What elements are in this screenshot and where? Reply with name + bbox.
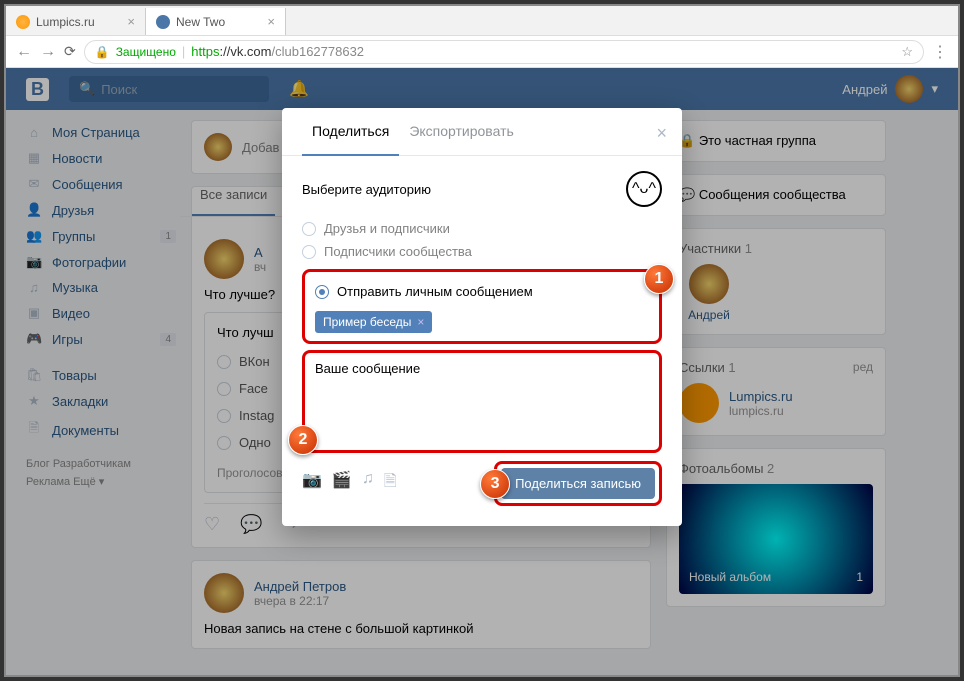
message-label: Ваше сообщение <box>315 361 649 376</box>
url-scheme: https <box>191 44 219 59</box>
radio-icon <box>302 222 316 236</box>
url-input[interactable]: 🔒 Защищено | https://vk.com/club16277863… <box>84 40 924 64</box>
forward-icon[interactable]: → <box>40 43 56 61</box>
tab-title: Lumpics.ru <box>36 15 95 29</box>
star-icon[interactable]: ☆ <box>901 44 913 60</box>
lock-icon: 🔒 <box>95 45 110 59</box>
highlight-1: 1 Отправить личным сообщением Пример бес… <box>302 269 662 344</box>
radio-label: Подписчики сообщества <box>324 244 472 259</box>
highlight-3: 3 Поделиться записью <box>494 461 662 506</box>
recipient-chip[interactable]: Пример беседы × <box>315 311 432 333</box>
video-icon[interactable]: 🎬 <box>332 470 352 497</box>
menu-icon[interactable]: ⋮ <box>932 42 948 62</box>
tab-export[interactable]: Экспортировать <box>399 108 523 155</box>
message-input[interactable] <box>315 382 649 437</box>
close-icon[interactable]: × <box>656 123 667 144</box>
chip-remove-icon[interactable]: × <box>417 315 424 329</box>
close-icon[interactable]: × <box>267 14 275 29</box>
tab-title: New Two <box>176 15 225 29</box>
address-bar: ← → ⟳ 🔒 Защищено | https://vk.com/club16… <box>6 36 958 68</box>
photo-icon[interactable]: 📷 <box>302 470 322 497</box>
callout-2: 2 <box>288 425 318 455</box>
browser-tabs: Lumpics.ru × New Two × <box>6 6 958 36</box>
radio-icon <box>302 245 316 259</box>
secure-label: Защищено <box>116 45 176 59</box>
highlight-2: 2 Ваше сообщение <box>302 350 662 453</box>
url-host: ://vk.com <box>219 44 271 59</box>
chip-label: Пример беседы <box>323 315 411 329</box>
tab-share[interactable]: Поделиться <box>302 108 399 156</box>
tab-lumpics[interactable]: Lumpics.ru × <box>6 8 146 35</box>
radio-icon <box>315 285 329 299</box>
recipient-input[interactable]: Пример беседы × <box>315 311 649 333</box>
radio-community[interactable]: Подписчики сообщества <box>302 240 662 263</box>
callout-3: 3 <box>480 469 510 499</box>
doc-icon[interactable]: 🗎 <box>384 470 397 497</box>
share-modal: Поделиться Экспортировать × Выберите ауд… <box>282 108 682 526</box>
reload-icon[interactable]: ⟳ <box>64 43 76 60</box>
radio-friends[interactable]: Друзья и подписчики <box>302 217 662 240</box>
audience-label: Выберите аудиторию <box>302 182 431 197</box>
smiley-icon: ^ᴗ^ <box>626 171 662 207</box>
back-icon[interactable]: ← <box>16 43 32 61</box>
share-button[interactable]: Поделиться записью <box>501 468 655 499</box>
favicon-icon <box>156 15 170 29</box>
radio-pm[interactable]: Отправить личным сообщением <box>315 280 649 303</box>
audio-icon[interactable]: ♫ <box>362 470 374 497</box>
callout-1: 1 <box>644 264 674 294</box>
close-icon[interactable]: × <box>127 14 135 29</box>
url-path: /club162778632 <box>272 44 365 59</box>
radio-label: Друзья и подписчики <box>324 221 450 236</box>
radio-label: Отправить личным сообщением <box>337 284 533 299</box>
tab-newtwo[interactable]: New Two × <box>146 8 286 35</box>
favicon-icon <box>16 15 30 29</box>
